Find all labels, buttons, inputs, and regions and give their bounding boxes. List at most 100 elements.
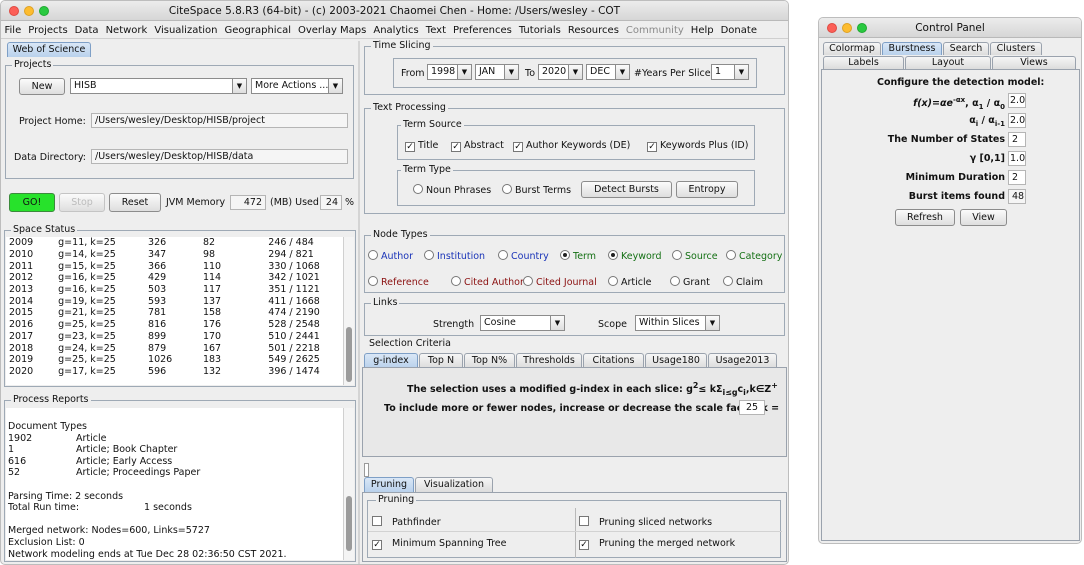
- node-type-radio[interactable]: Source: [672, 250, 718, 262]
- refresh-button[interactable]: Refresh: [895, 209, 955, 226]
- table-row[interactable]: 2017 g=23, k=25 899 170 510 / 2441: [6, 331, 354, 343]
- zoom-icon[interactable]: [857, 23, 867, 33]
- tab-selection-0[interactable]: g-index: [364, 353, 418, 368]
- from-year-select[interactable]: 1998 ▼: [427, 64, 472, 80]
- burst-terms-option[interactable]: Burst Terms: [502, 184, 571, 196]
- tab-web-of-science[interactable]: Web of Science: [7, 42, 91, 57]
- splitter-handle[interactable]: [364, 463, 369, 477]
- node-type-radio[interactable]: Keyword: [608, 250, 662, 262]
- table-row[interactable]: 2016 g=25, k=25 816 176 528 / 2548: [6, 319, 354, 331]
- states-input[interactable]: 2: [1008, 132, 1026, 147]
- table-row[interactable]: 2019 g=25, k=25 1026 183 549 / 2625: [6, 354, 354, 366]
- menu-item[interactable]: Text: [422, 22, 449, 39]
- term-source-checkbox[interactable]: ✓ Title: [405, 140, 438, 152]
- pruning-checkbox[interactable]: Pathfinder: [372, 516, 441, 528]
- menu-item[interactable]: Visualization: [151, 22, 221, 39]
- alpha-ratio-input[interactable]: 2.0: [1008, 113, 1026, 128]
- from-month-select[interactable]: JAN ▼: [475, 64, 519, 80]
- menu-item[interactable]: Analytics: [370, 22, 422, 39]
- tab-selection-5[interactable]: Usage180: [645, 353, 707, 368]
- node-type-radio[interactable]: Category: [726, 250, 782, 262]
- years-per-slice-select[interactable]: 1 ▼: [711, 64, 749, 80]
- tab-selection-6[interactable]: Usage2013: [708, 353, 777, 368]
- tab-control-tabs_row1-0[interactable]: Colormap: [823, 42, 881, 55]
- menu-item[interactable]: Tutorials: [515, 22, 564, 39]
- menu-item[interactable]: Donate: [717, 22, 760, 39]
- table-row[interactable]: 2012 g=16, k=25 429 114 342 / 1021: [6, 272, 354, 284]
- tab-pruning-0[interactable]: Pruning: [364, 477, 414, 492]
- term-source-checkbox[interactable]: ✓ Abstract: [451, 140, 504, 152]
- node-type-radio[interactable]: Grant: [670, 276, 710, 288]
- to-year-select[interactable]: 2020 ▼: [538, 64, 583, 80]
- menu-item[interactable]: Community: [622, 22, 687, 39]
- menu-item[interactable]: File: [1, 22, 25, 39]
- pruning-checkbox[interactable]: Pruning sliced networks: [579, 516, 712, 528]
- to-month-select[interactable]: DEC ▼: [586, 64, 630, 80]
- scope-select[interactable]: Within Slices ▼: [635, 315, 720, 331]
- term-source-checkbox[interactable]: ✓ Keywords Plus (ID): [647, 140, 748, 152]
- noun-phrases-option[interactable]: Noun Phrases: [413, 184, 491, 196]
- table-row[interactable]: 2013 g=16, k=25 503 117 351 / 1121: [6, 284, 354, 296]
- term-source-checkbox[interactable]: ✓ Author Keywords (DE): [513, 140, 630, 152]
- menu-item[interactable]: Help: [687, 22, 717, 39]
- node-type-radio[interactable]: Claim: [723, 276, 763, 288]
- tab-control-tabs_row1-2[interactable]: Search: [943, 42, 989, 55]
- scroll-thumb[interactable]: [346, 327, 352, 382]
- tab-control-tabs_row1-1[interactable]: Burstness: [882, 42, 942, 55]
- f-value-input[interactable]: 2.0: [1008, 93, 1026, 108]
- table-row[interactable]: 2020 g=17, k=25 596 132 396 / 1474: [6, 366, 354, 378]
- scale-factor-input[interactable]: 25: [739, 400, 765, 415]
- menu-item[interactable]: Resources: [564, 22, 622, 39]
- node-type-radio[interactable]: Country: [498, 250, 549, 262]
- control-title-bar[interactable]: Control Panel: [819, 18, 1081, 38]
- scrollbar[interactable]: [343, 408, 354, 560]
- tab-selection-3[interactable]: Thresholds: [516, 353, 582, 368]
- detect-bursts-button[interactable]: Detect Bursts: [581, 181, 672, 198]
- tab-selection-2[interactable]: Top N%: [464, 353, 515, 368]
- tab-pruning-1[interactable]: Visualization: [415, 477, 493, 492]
- entropy-button[interactable]: Entropy: [676, 181, 738, 198]
- more-actions-select[interactable]: More Actions ... ▼: [251, 78, 343, 94]
- table-row[interactable]: 2014 g=19, k=25 593 137 411 / 1668: [6, 295, 354, 307]
- space-status-list[interactable]: 2009 g=11, k=25 326 82 246 / 484 2010 g=14, k=…: [6, 237, 354, 385]
- project-home-field[interactable]: /Users/wesley/Desktop/HISB/project: [91, 113, 348, 128]
- main-title-bar[interactable]: CiteSpace 5.8.R3 (64-bit) - (c) 2003-202…: [1, 1, 788, 21]
- new-project-button[interactable]: New: [19, 78, 65, 95]
- menu-item[interactable]: Geographical: [221, 22, 294, 39]
- table-row[interactable]: 2010 g=14, k=25 347 98 294 / 821: [6, 249, 354, 261]
- pruning-checkbox[interactable]: ✓ Pruning the merged network: [579, 538, 735, 550]
- node-type-radio[interactable]: Cited Author: [451, 276, 524, 288]
- view-button[interactable]: View: [960, 209, 1007, 226]
- scrollbar[interactable]: [343, 237, 354, 385]
- tab-selection-1[interactable]: Top N: [419, 353, 463, 368]
- node-type-radio[interactable]: Reference: [368, 276, 429, 288]
- project-select[interactable]: HISB ▼: [70, 78, 247, 94]
- reset-button[interactable]: Reset: [109, 193, 161, 212]
- table-row[interactable]: 2018 g=24, k=25 879 167 501 / 2218: [6, 342, 354, 354]
- close-icon[interactable]: [9, 6, 19, 16]
- tab-control-tabs_row2-1[interactable]: Layout: [905, 56, 991, 69]
- go-button[interactable]: GO!: [9, 193, 55, 212]
- tab-control-tabs_row2-2[interactable]: Views: [992, 56, 1076, 69]
- table-row[interactable]: 2011 g=15, k=25 366 110 330 / 1068: [6, 260, 354, 272]
- process-reports-text[interactable]: Document Types 1902 Article 1 Article; Book…: [6, 408, 354, 560]
- tab-selection-4[interactable]: Citations: [583, 353, 644, 368]
- menu-item[interactable]: Preferences: [450, 22, 516, 39]
- table-row[interactable]: 2015 g=21, k=25 781 158 474 / 2190: [6, 307, 354, 319]
- tab-control-tabs_row2-0[interactable]: Labels: [823, 56, 904, 69]
- minimize-icon[interactable]: [24, 6, 34, 16]
- close-icon[interactable]: [827, 23, 837, 33]
- menu-item[interactable]: Overlay Maps: [294, 22, 369, 39]
- splitter[interactable]: [358, 41, 360, 564]
- minimize-icon[interactable]: [842, 23, 852, 33]
- zoom-icon[interactable]: [39, 6, 49, 16]
- data-directory-field[interactable]: /Users/wesley/Desktop/HISB/data: [91, 149, 348, 164]
- node-type-radio[interactable]: Author: [368, 250, 413, 262]
- node-type-radio[interactable]: Institution: [424, 250, 485, 262]
- stop-button[interactable]: Stop: [59, 193, 105, 212]
- tab-control-tabs_row1-3[interactable]: Clusters: [990, 42, 1042, 55]
- menu-item[interactable]: Data: [71, 22, 102, 39]
- node-type-radio[interactable]: Cited Journal: [523, 276, 597, 288]
- table-row[interactable]: 2009 g=11, k=25 326 82 246 / 484: [6, 237, 354, 249]
- min-duration-input[interactable]: 2: [1008, 170, 1026, 185]
